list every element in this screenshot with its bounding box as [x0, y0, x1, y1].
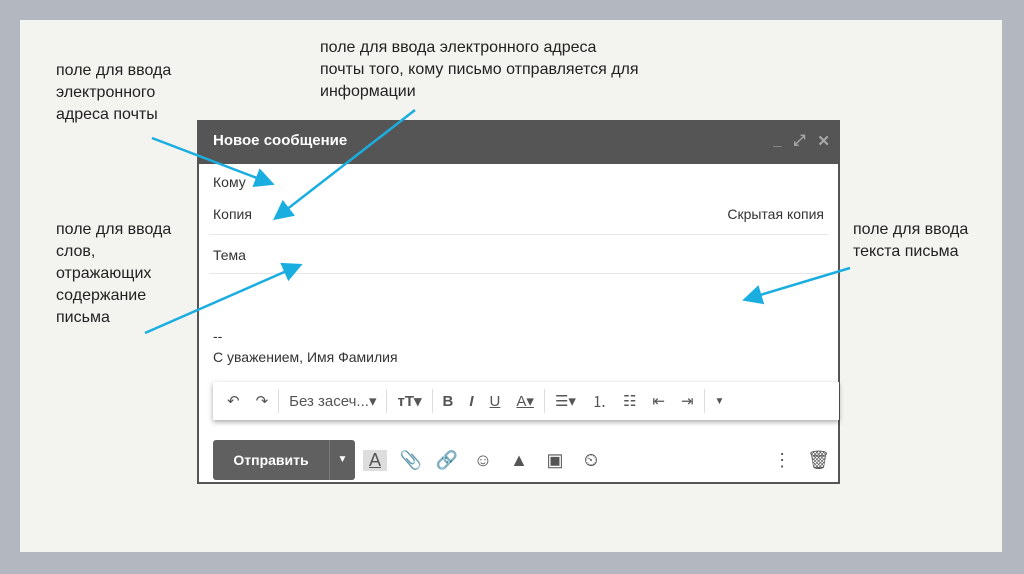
annotation-arrows [144, 109, 851, 335]
arrow-cc [273, 109, 416, 221]
arrow-to [151, 136, 275, 187]
arrow-subject [144, 262, 303, 335]
arrow-body [742, 266, 851, 305]
